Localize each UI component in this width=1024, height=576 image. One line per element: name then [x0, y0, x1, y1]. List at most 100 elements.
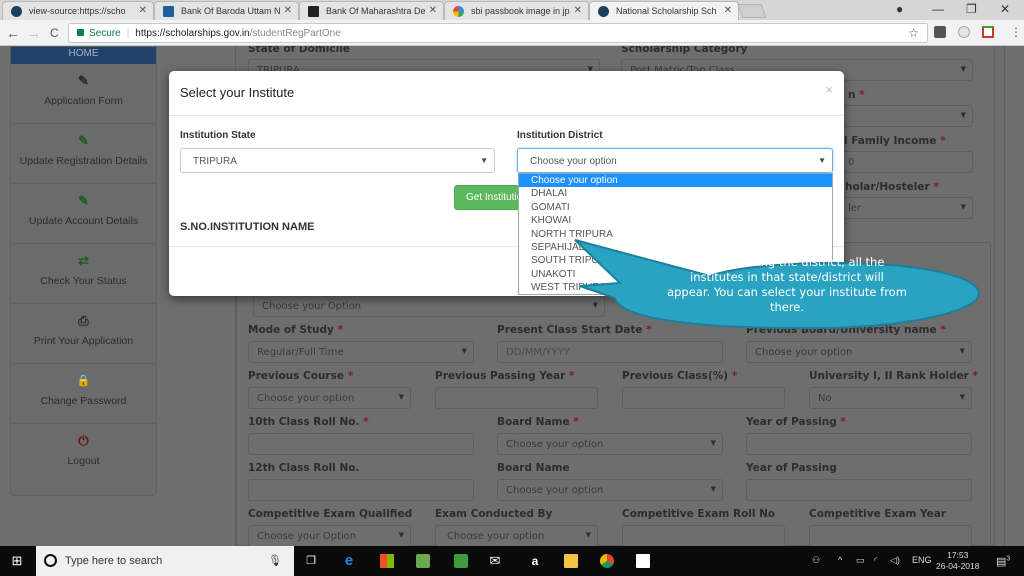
- new-tab-button[interactable]: [737, 4, 767, 18]
- annual-family-income-label: l Family Income *: [844, 135, 946, 147]
- task-view-icon[interactable]: ❐: [304, 554, 318, 568]
- course-select[interactable]: Choose your Option ▼: [253, 295, 605, 317]
- browser-tab[interactable]: Bank Of Maharashtra De ✕: [299, 1, 444, 20]
- previous-passing-year-input[interactable]: [435, 387, 598, 409]
- sidebar-item-update-account[interactable]: ✎ Update Account Details: [11, 184, 156, 244]
- sidebar-home[interactable]: HOME: [11, 47, 156, 64]
- chevron-down-icon: ▼: [818, 156, 826, 165]
- shield-extension-icon[interactable]: [958, 26, 970, 38]
- people-icon[interactable]: ⚇: [812, 555, 820, 566]
- sidebar-item-update-registration[interactable]: ✎ Update Registration Details: [11, 124, 156, 184]
- microphone-icon[interactable]: 🎙: [268, 554, 282, 567]
- browser-tab[interactable]: sbi passbook image in jp ✕: [444, 1, 589, 20]
- photos-icon[interactable]: [636, 554, 650, 568]
- dropdown-option[interactable]: KHOWAI: [519, 214, 832, 227]
- sidebar-item-label: Change Password: [40, 395, 127, 407]
- taskbar-search-input[interactable]: Type here to search 🎙: [36, 546, 294, 576]
- chevron-down-icon: ▼: [710, 485, 716, 493]
- roll-12-input[interactable]: [248, 479, 474, 501]
- close-tab-icon[interactable]: ✕: [724, 5, 732, 16]
- sidebar-item-print-application[interactable]: ⎙ Print Your Application: [11, 304, 156, 364]
- institution-state-select[interactable]: TRIPURA ▼: [180, 148, 495, 173]
- close-tab-icon[interactable]: ✕: [429, 5, 437, 16]
- close-tab-icon[interactable]: ✕: [574, 5, 582, 16]
- sidebar-item-label: Update Account Details: [28, 215, 139, 227]
- notifications-icon[interactable]: ▤3: [996, 555, 1010, 568]
- day-scholar-select[interactable]: ler ▼: [836, 197, 973, 219]
- edit-icon: ✎: [78, 193, 89, 208]
- url-input[interactable]: Secure | https://scholarships.gov.in/stude…: [68, 23, 928, 43]
- store-icon[interactable]: [380, 554, 394, 568]
- browser-tab[interactable]: Bank Of Baroda Uttam N ✕: [154, 1, 299, 20]
- annual-family-income-input[interactable]: 0: [836, 151, 973, 173]
- wifi-icon[interactable]: ◜: [874, 555, 878, 566]
- close-tab-icon[interactable]: ✕: [284, 5, 292, 16]
- browser-tab-active[interactable]: National Scholarship Sch ✕: [589, 1, 739, 20]
- exam-conducted-by-label: Exam Conducted By: [435, 508, 553, 520]
- mail-icon[interactable]: ✉: [488, 554, 502, 568]
- year-10-input[interactable]: [746, 433, 972, 455]
- dropdown-option[interactable]: Choose your option: [519, 174, 832, 188]
- minimize-button[interactable]: —: [932, 2, 944, 16]
- sidebar: HOME ✎ Application Form ✎ Update Registr…: [10, 46, 157, 496]
- dropdown-option[interactable]: GOMATI: [519, 201, 832, 214]
- roll-10-input[interactable]: [248, 433, 474, 455]
- sidebar-item-application-form[interactable]: ✎ Application Form: [11, 64, 156, 124]
- sidebar-item-label: Application Form: [44, 95, 123, 107]
- restore-button[interactable]: ❐: [966, 2, 977, 16]
- volume-icon[interactable]: ◁): [890, 555, 900, 566]
- language-indicator[interactable]: ENG: [912, 555, 932, 565]
- show-hidden-icons[interactable]: ^: [838, 555, 842, 565]
- edge-icon[interactable]: e: [342, 553, 356, 568]
- roll-10-label: 10th Class Roll No. *: [248, 416, 369, 428]
- reload-button[interactable]: C: [50, 26, 59, 40]
- clock-date: 26-04-2018: [936, 561, 980, 571]
- chrome-icon[interactable]: [600, 554, 614, 568]
- institution-district-select[interactable]: Choose your option ▼: [517, 148, 833, 173]
- scholarship-category-label: Scholarship Category: [621, 46, 748, 55]
- previous-class-pct-label: Previous Class(%) *: [622, 370, 738, 382]
- chevron-down-icon: ▼: [398, 393, 404, 401]
- close-tab-icon[interactable]: ✕: [139, 5, 147, 16]
- comp-roll-input[interactable]: [622, 525, 785, 546]
- calendar-extension-icon[interactable]: [982, 26, 994, 38]
- notes-app-icon[interactable]: [454, 554, 468, 568]
- file-explorer-icon[interactable]: [564, 554, 578, 568]
- previous-course-select[interactable]: Choose your option ▼: [248, 387, 411, 409]
- pocket-extension-icon[interactable]: [934, 26, 946, 38]
- back-button[interactable]: ←: [6, 25, 20, 41]
- tab-label: Bank Of Maharashtra De: [326, 6, 426, 16]
- browser-tab[interactable]: view-source:https://scho ✕: [2, 1, 154, 20]
- board-12-select[interactable]: Choose your option ▼: [497, 479, 723, 501]
- close-icon[interactable]: ×: [825, 82, 833, 97]
- rank-holder-select[interactable]: No ▼: [809, 387, 972, 409]
- mode-of-study-select[interactable]: Regular/Full Time ▼: [248, 341, 474, 363]
- previous-class-pct-input[interactable]: [622, 387, 785, 409]
- religion-select[interactable]: ▼: [836, 105, 973, 127]
- comp-year-label: Competitive Exam Year: [809, 508, 947, 520]
- dropdown-option[interactable]: DHALAI: [519, 187, 832, 200]
- windows-start-icon[interactable]: ⊞: [10, 554, 24, 568]
- close-window-button[interactable]: ✕: [1000, 2, 1010, 16]
- profile-icon[interactable]: ●: [896, 2, 903, 16]
- forward-button[interactable]: →: [27, 25, 41, 41]
- board-10-select[interactable]: Choose your option ▼: [497, 433, 723, 455]
- previous-passing-year-label: Previous Passing Year *: [435, 370, 575, 382]
- sidebar-item-check-status[interactable]: ⇄ Check Your Status: [11, 244, 156, 304]
- browser-menu-icon[interactable]: ⋮: [1010, 25, 1022, 39]
- battery-icon[interactable]: ▭: [856, 555, 865, 566]
- exam-conducted-by-select[interactable]: Choose your option ▼: [435, 525, 598, 546]
- sidebar-item-logout[interactable]: ⏻ Logout: [11, 424, 156, 484]
- bookmark-star-icon[interactable]: ☆: [908, 26, 919, 40]
- comp-exam-select[interactable]: Choose your Option ▼: [248, 525, 411, 546]
- taskbar-clock[interactable]: 17:53 26-04-2018: [936, 550, 979, 572]
- board-10-label: Board Name *: [497, 416, 579, 428]
- previous-board-select[interactable]: Choose your option ▼: [746, 341, 972, 363]
- comp-year-input[interactable]: [809, 525, 972, 546]
- chevron-down-icon: ▼: [959, 347, 965, 355]
- cloud-app-icon[interactable]: [416, 554, 430, 568]
- present-class-start-date-input[interactable]: DD/MM/YYYY: [497, 341, 723, 363]
- amazon-icon[interactable]: a: [528, 554, 542, 568]
- year-12-input[interactable]: [746, 479, 972, 501]
- sidebar-item-change-password[interactable]: 🔒 Change Password: [11, 364, 156, 424]
